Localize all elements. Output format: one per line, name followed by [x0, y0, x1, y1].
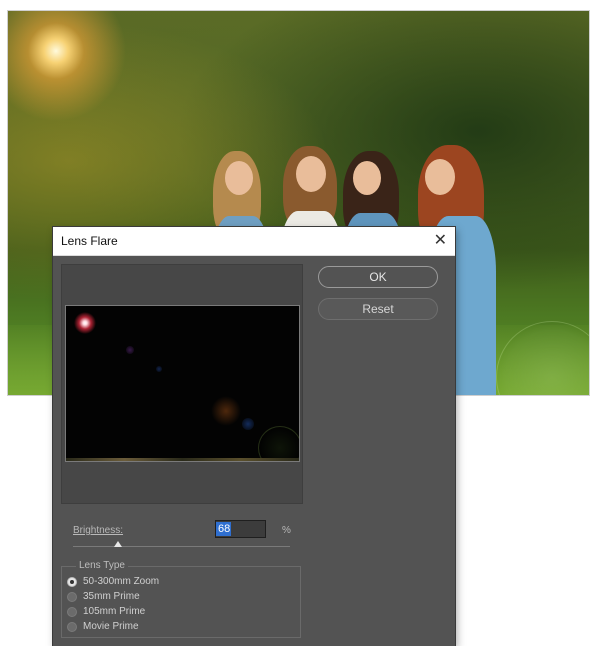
- radio-icon[interactable]: [67, 622, 77, 632]
- preview-panel: [61, 264, 303, 504]
- brightness-label: Brightness:: [73, 525, 124, 536]
- reset-button[interactable]: Reset: [318, 298, 438, 320]
- flare-preview[interactable]: [65, 305, 300, 462]
- preview-edge-strip: [66, 458, 299, 461]
- dialog-title: Lens Flare: [61, 234, 118, 248]
- brightness-unit: %: [282, 525, 291, 536]
- flare-ghost: [258, 426, 299, 461]
- radio-checked-icon[interactable]: [67, 577, 77, 587]
- lens-type-group: Lens Type 50-300mm Zoom 35mm Prime 105mm…: [61, 560, 301, 638]
- brightness-input[interactable]: 68: [215, 520, 266, 538]
- lens-option-label: Movie Prime: [83, 621, 139, 632]
- ok-button[interactable]: OK: [318, 266, 438, 288]
- brightness-value: 68: [216, 522, 232, 536]
- lens-type-legend: Lens Type: [76, 560, 128, 571]
- flare-center-handle[interactable]: [74, 312, 96, 334]
- flare-ghost: [126, 346, 134, 354]
- flare-ghost: [211, 396, 241, 426]
- flare-ghost: [242, 418, 254, 430]
- brightness-slider[interactable]: [73, 546, 290, 547]
- lens-option-label: 50-300mm Zoom: [83, 576, 160, 587]
- slider-thumb-icon[interactable]: [114, 541, 122, 547]
- flare-ghost: [156, 366, 162, 372]
- radio-icon[interactable]: [67, 592, 77, 602]
- lens-option-label: 105mm Prime: [83, 606, 146, 617]
- close-icon[interactable]: ✕: [434, 230, 447, 249]
- dialog-titlebar[interactable]: Lens Flare ✕: [53, 227, 455, 256]
- radio-icon[interactable]: [67, 607, 77, 617]
- lens-option-label: 35mm Prime: [83, 591, 140, 602]
- lens-flare-dialog: Lens Flare ✕ OK Reset Brightness: 68 % L…: [53, 227, 455, 646]
